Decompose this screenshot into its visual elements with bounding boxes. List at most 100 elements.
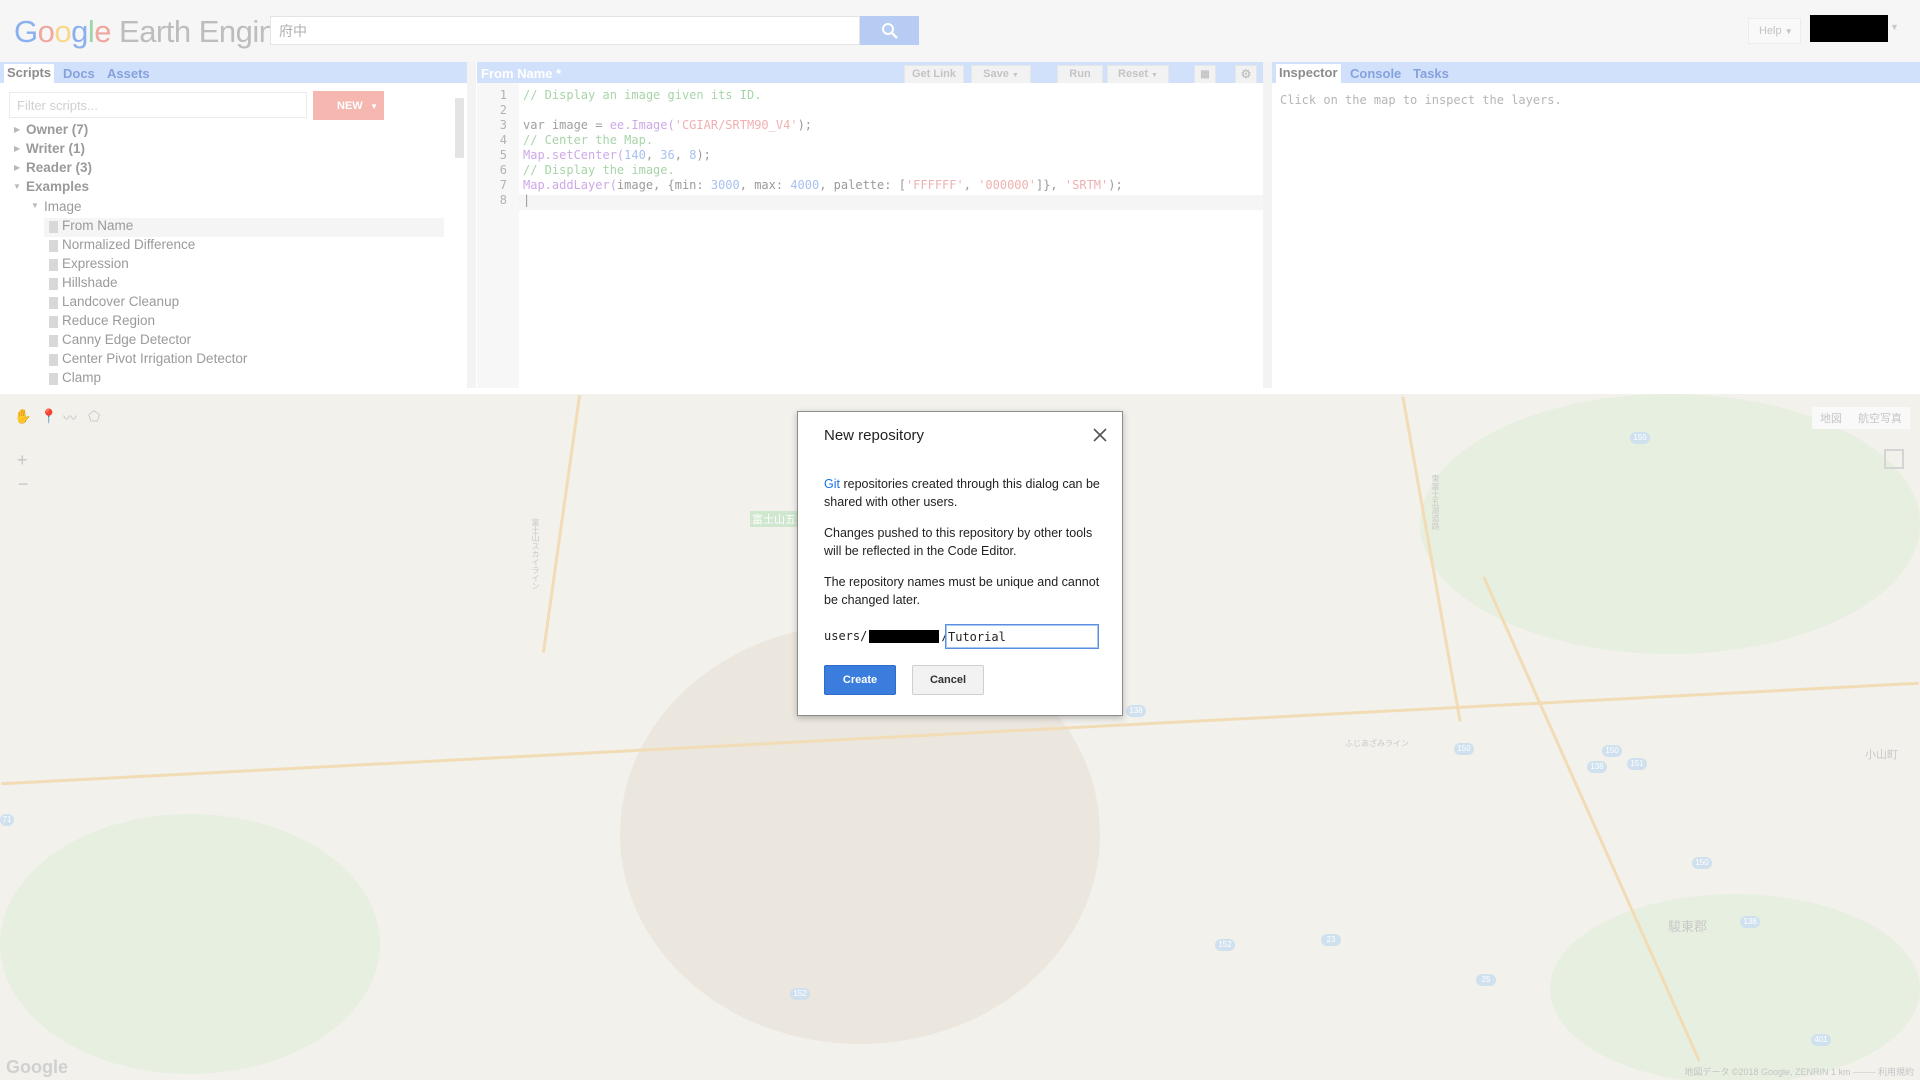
map-forest-area [0, 814, 380, 1074]
tab-inspector[interactable]: Inspector [1276, 64, 1341, 83]
map-forest-area [1420, 394, 1920, 654]
account-avatar-redacted[interactable] [1810, 15, 1888, 42]
reset-button[interactable]: Reset ▼ [1107, 65, 1169, 84]
map-type-satellite[interactable]: 航空写真 [1858, 410, 1902, 426]
pan-hand-icon[interactable]: ✋ [14, 408, 31, 425]
tree-file[interactable]: Normalized Difference [62, 237, 195, 252]
scripts-panel: Filter scripts... NEW ▼ ▶ Owner (7) ▶ Wri… [0, 83, 467, 388]
close-button[interactable] [1091, 426, 1109, 444]
panel-resize-handle[interactable] [1263, 62, 1272, 388]
code-comment: // Display an image given its ID. [523, 88, 762, 102]
caret-right-icon[interactable]: ▶ [14, 163, 20, 172]
line-number: 6 [499, 163, 507, 177]
git-link[interactable]: Git [824, 477, 840, 491]
tree-file[interactable]: From Name [62, 218, 133, 233]
top-header: Google Earth Engine 府中 Help ▼ ▼ [0, 0, 1920, 62]
file-icon [49, 240, 58, 252]
code-line-6: // Display the image. [523, 163, 675, 177]
tree-file[interactable]: Reduce Region [62, 313, 155, 328]
line-number: 8 [499, 193, 507, 207]
tree-file[interactable]: Hillshade [62, 275, 118, 290]
code-editor[interactable]: 1 2 3 4 5 6 7 8 // Display an image give… [477, 83, 1263, 388]
tab-docs[interactable]: Docs [63, 66, 95, 81]
map-attribution[interactable]: 地図データ ©2018 Google, ZENRIN 1 km ⎯⎯⎯⎯⎯ 利用… [1684, 1065, 1914, 1078]
new-script-button[interactable]: NEW ▼ [313, 91, 384, 120]
tree-file[interactable]: Expression [62, 256, 129, 271]
map-forest-area [1550, 894, 1920, 1080]
tree-file[interactable]: Center Pivot Irrigation Detector [62, 351, 247, 366]
tab-console[interactable]: Console [1350, 66, 1401, 81]
google-earth-engine-logo[interactable]: Google Earth Engine [14, 14, 293, 50]
line-number: 2 [499, 103, 507, 117]
route-badge: 152 [790, 988, 810, 1000]
code-token: , [963, 178, 979, 192]
chevron-down-icon: ▼ [1784, 27, 1793, 36]
route-badge: 151 [1627, 758, 1647, 770]
search-button[interactable] [860, 16, 919, 45]
map-road [541, 395, 582, 653]
caret-right-icon[interactable]: ▶ [14, 144, 20, 153]
run-button[interactable]: Run [1057, 65, 1103, 84]
create-button[interactable]: Create [824, 665, 896, 695]
file-icon [49, 354, 58, 366]
file-icon [49, 221, 58, 233]
scrollbar-thumb[interactable] [455, 98, 464, 158]
tree-folder-examples[interactable]: Examples [26, 179, 89, 194]
tree-folder-image[interactable]: Image [44, 199, 82, 214]
tree-file[interactable]: Landcover Cleanup [62, 294, 179, 309]
new-label: NEW [337, 99, 363, 112]
code-line-7: Map.addLayer(image, {min: 3000, max: 400… [523, 178, 1123, 192]
route-badge: 138 [1126, 705, 1146, 717]
tree-folder-owner[interactable]: Owner (7) [26, 122, 88, 137]
map-type-map[interactable]: 地図 [1820, 410, 1842, 426]
repository-name-input[interactable] [945, 624, 1099, 649]
code-token: , palette: [ [819, 178, 906, 192]
tab-assets[interactable]: Assets [107, 66, 150, 81]
logo-letter: o [54, 14, 72, 49]
tree-file[interactable]: Canny Edge Detector [62, 332, 191, 347]
line-number: 4 [499, 133, 507, 147]
filter-scripts-input[interactable]: Filter scripts... [9, 92, 307, 118]
code-string: 'CGIAR/SRTM90_V4' [674, 118, 798, 132]
save-button[interactable]: Save ▼ [971, 65, 1031, 84]
zoom-out-button[interactable]: − [18, 474, 29, 495]
map-type-toggle: 地図 航空写真 [1812, 407, 1910, 429]
draw-line-icon[interactable]: 〰 [63, 408, 77, 428]
apps-grid-button[interactable]: ▦ [1194, 65, 1216, 84]
code-comment: // Display the image. [523, 163, 675, 177]
panel-resize-handle[interactable] [467, 62, 476, 388]
tree-folder-writer[interactable]: Writer (1) [26, 141, 85, 156]
tab-tasks[interactable]: Tasks [1413, 66, 1449, 81]
map-road-label: 富士山スカイライン [531, 518, 540, 590]
path-prefix-users: users/ [824, 629, 868, 643]
code-line-5: Map.setCenter(140, 36, 8); [523, 148, 711, 162]
zoom-in-button[interactable]: + [17, 450, 28, 471]
code-line-4: // Center the Map. [523, 133, 653, 147]
draw-shape-icon[interactable]: ⬠ [88, 408, 100, 425]
map-place-label: 駿東郡 [1668, 919, 1708, 934]
redacted-username [869, 629, 940, 643]
cancel-button[interactable]: Cancel [912, 665, 984, 695]
tree-file[interactable]: Clamp [62, 370, 101, 385]
get-link-button[interactable]: Get Link [904, 65, 964, 84]
help-menu-button[interactable]: Help ▼ [1748, 18, 1801, 44]
line-number: 7 [499, 178, 507, 192]
code-token: ee.Image( [609, 118, 675, 132]
tab-scripts[interactable]: Scripts [4, 64, 55, 83]
chevron-down-icon[interactable]: ▼ [1890, 22, 1899, 32]
grid-icon: ▦ [1200, 69, 1210, 80]
caret-right-icon[interactable]: ▶ [14, 125, 20, 134]
caret-down-icon[interactable]: ▼ [13, 182, 21, 191]
google-watermark: Google [6, 1057, 68, 1077]
places-search-input[interactable]: 府中 [270, 16, 860, 45]
chevron-down-icon: ▼ [1151, 72, 1158, 79]
file-icon [49, 297, 58, 309]
caret-down-icon[interactable]: ▼ [31, 201, 39, 210]
route-badge: 23 [1321, 934, 1341, 946]
fullscreen-icon[interactable] [1884, 449, 1904, 469]
logo-letter: e [94, 14, 112, 49]
tree-folder-reader[interactable]: Reader (3) [26, 160, 92, 175]
settings-button[interactable]: ⚙ [1235, 65, 1257, 84]
add-marker-icon[interactable]: 📍 [40, 408, 57, 425]
route-badge: 150 [1630, 432, 1650, 444]
